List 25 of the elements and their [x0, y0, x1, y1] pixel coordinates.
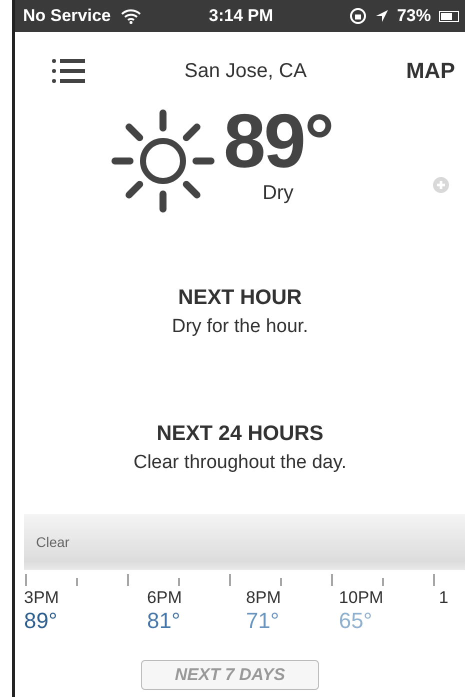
section-text: Dry for the hour.	[170, 316, 310, 338]
current-summary: Dry	[262, 182, 294, 205]
hour-temperature: 71°	[246, 608, 280, 634]
current-temperature: 89°	[224, 104, 332, 180]
battery-icon	[439, 10, 459, 22]
section-title: NEXT 24 HOURS	[156, 422, 324, 446]
band-label: Clear	[36, 534, 70, 550]
map-button[interactable]: MAP	[406, 58, 455, 84]
hour-temperature: 81°	[146, 608, 182, 634]
clock-label: 3:14 PM	[208, 6, 274, 26]
hour-label: 6PM	[146, 588, 182, 608]
battery-percent: 73%	[396, 6, 431, 26]
hour-temperature: 65°	[338, 608, 374, 634]
wifi-icon	[120, 8, 141, 24]
location-arrow-icon	[374, 9, 389, 23]
hour-temperature: 89°	[24, 608, 58, 634]
hour-label: 8PM	[246, 588, 281, 608]
hour-label: 3PM	[24, 588, 59, 608]
rotation-lock-icon	[348, 7, 367, 25]
menu-icon[interactable]	[51, 58, 85, 84]
location-title: San Jose, CA	[183, 60, 308, 82]
section-title: NEXT HOUR	[177, 286, 303, 310]
section-text: Clear throughout the day.	[132, 452, 348, 474]
carrier-label: No Service	[23, 6, 111, 26]
hour-label: 1	[438, 588, 450, 608]
